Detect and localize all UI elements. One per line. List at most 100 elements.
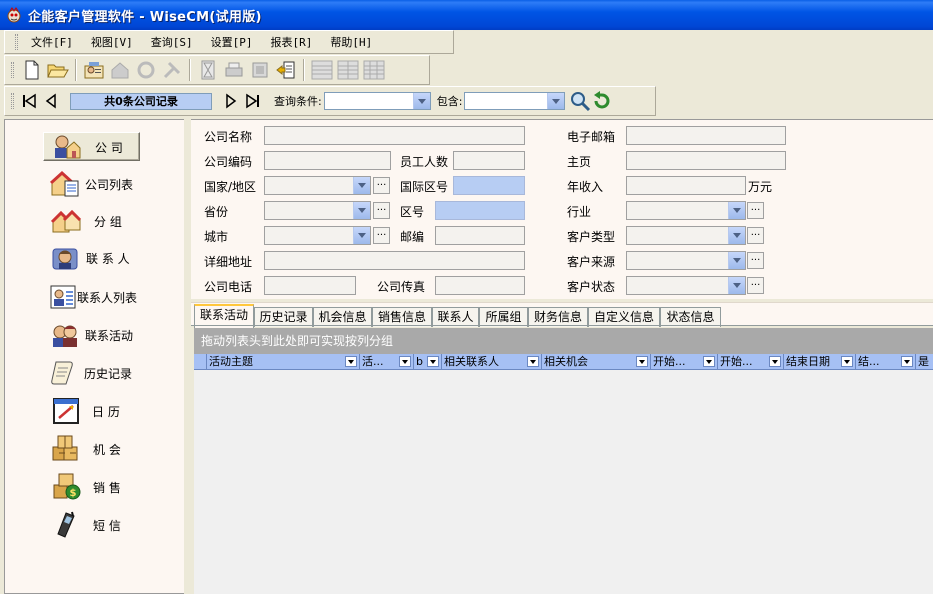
province-browse-button[interactable]: ...: [373, 202, 390, 219]
column-start-date[interactable]: 开始...: [651, 354, 718, 370]
search-button[interactable]: [569, 90, 591, 112]
chevron-down-icon[interactable]: [728, 277, 745, 294]
tab-opportunities[interactable]: 机会信息: [313, 307, 372, 327]
sidebar-item-opportunity[interactable]: 机 会: [5, 432, 189, 466]
chevron-down-icon[interactable]: [901, 356, 913, 367]
annual-income-input[interactable]: [626, 176, 746, 195]
industry-select[interactable]: [626, 201, 746, 220]
city-select[interactable]: [264, 226, 371, 245]
homepage-input[interactable]: [626, 151, 786, 170]
sidebar-item-contact[interactable]: 联 系 人: [5, 241, 189, 275]
tab-status-info[interactable]: 状态信息: [660, 307, 721, 327]
open-button[interactable]: [46, 58, 70, 82]
sidebar-item-sales[interactable]: $ 销 售: [5, 470, 189, 504]
industry-browse-button[interactable]: ...: [747, 202, 764, 219]
new-button[interactable]: [20, 58, 44, 82]
export-button[interactable]: [274, 58, 298, 82]
toolbar-grip[interactable]: [11, 62, 14, 78]
sidebar-item-calendar[interactable]: 日 历: [5, 394, 189, 428]
chevron-down-icon[interactable]: [841, 356, 853, 367]
chevron-down-icon[interactable]: [412, 93, 430, 109]
menu-view[interactable]: 视图[V]: [82, 34, 142, 50]
customer-type-browse-button[interactable]: ...: [747, 227, 764, 244]
city-browse-button[interactable]: ...: [373, 227, 390, 244]
column-end-date[interactable]: 结束日期: [784, 354, 856, 370]
first-record-button[interactable]: [18, 90, 40, 112]
chevron-down-icon[interactable]: [353, 177, 370, 194]
customer-source-browse-button[interactable]: ...: [747, 252, 764, 269]
navbar-grip[interactable]: [11, 93, 14, 109]
column-related-contact[interactable]: 相关联系人: [442, 354, 542, 370]
company-name-input[interactable]: [264, 126, 525, 145]
grid-body[interactable]: [194, 370, 933, 594]
sidebar-item-company-list[interactable]: 公司列表: [5, 167, 189, 201]
menu-query[interactable]: 查询[S]: [142, 34, 202, 50]
tab-sales[interactable]: 销售信息: [372, 307, 432, 327]
chevron-down-icon[interactable]: [703, 356, 715, 367]
sidebar-item-history[interactable]: 历史记录: [5, 356, 189, 390]
column-related-opportunity[interactable]: 相关机会: [542, 354, 651, 370]
menu-grip[interactable]: [15, 34, 18, 50]
contains-select[interactable]: [464, 92, 566, 110]
email-input[interactable]: [626, 126, 786, 145]
tab-custom-info[interactable]: 自定义信息: [588, 307, 660, 327]
menu-report[interactable]: 报表[R]: [262, 34, 322, 50]
column-b[interactable]: b: [414, 354, 442, 370]
tab-finance[interactable]: 财务信息: [528, 307, 588, 327]
customer-status-select[interactable]: [626, 276, 746, 295]
country-browse-button[interactable]: ...: [373, 177, 390, 194]
customer-type-select[interactable]: [626, 226, 746, 245]
reset-button[interactable]: [591, 90, 613, 112]
sidebar-item-sms[interactable]: 短 信: [5, 508, 189, 542]
menu-help[interactable]: 帮助[H]: [321, 34, 381, 50]
tab-history[interactable]: 历史记录: [254, 307, 313, 327]
chevron-down-icon[interactable]: [353, 202, 370, 219]
chevron-down-icon[interactable]: [636, 356, 648, 367]
tab-groups[interactable]: 所属组: [479, 307, 528, 327]
column-activity-type[interactable]: 活...: [360, 354, 414, 370]
prev-record-button[interactable]: [40, 90, 62, 112]
address-input[interactable]: [264, 251, 525, 270]
chevron-down-icon[interactable]: [728, 227, 745, 244]
sidebar-item-group[interactable]: 分 组: [5, 204, 189, 238]
tab-contacts[interactable]: 联系人: [432, 307, 479, 327]
group-by-panel[interactable]: 拖动列表头到此处即可实现按列分组: [194, 328, 933, 354]
chevron-down-icon[interactable]: [769, 356, 781, 367]
sidebar-item-contact-list[interactable]: 联系人列表: [5, 280, 189, 314]
chevron-down-icon[interactable]: [728, 202, 745, 219]
column-activity-subject[interactable]: 活动主题: [207, 354, 360, 370]
column-end-time[interactable]: 结...: [856, 354, 916, 370]
province-select[interactable]: [264, 201, 371, 220]
postcode-input[interactable]: [435, 226, 525, 245]
employees-input[interactable]: [453, 151, 525, 170]
customer-status-label: 客户状态: [567, 280, 616, 294]
query-condition-select[interactable]: [323, 92, 431, 110]
sidebar-splitter[interactable]: [184, 119, 188, 594]
fax-input[interactable]: [435, 276, 525, 295]
customer-source-select[interactable]: [626, 251, 746, 270]
column-is[interactable]: 是: [916, 354, 933, 370]
chevron-down-icon[interactable]: [527, 356, 539, 367]
menu-settings[interactable]: 设置[P]: [202, 34, 262, 50]
area-code-input[interactable]: [435, 201, 525, 220]
chevron-down-icon[interactable]: [399, 356, 411, 367]
sidebar-item-activity[interactable]: 联系活动: [5, 318, 189, 352]
menu-file[interactable]: 文件[F]: [22, 34, 82, 50]
column-start-time[interactable]: 开始...: [718, 354, 784, 370]
chevron-down-icon[interactable]: [427, 356, 439, 367]
company-code-input[interactable]: [264, 151, 391, 170]
country-select[interactable]: [264, 176, 371, 195]
intl-code-input[interactable]: [453, 176, 525, 195]
chevron-down-icon[interactable]: [345, 356, 357, 367]
menu-bar: 文件[F] 视图[V] 查询[S] 设置[P] 报表[R] 帮助[H]: [4, 30, 454, 54]
customer-status-browse-button[interactable]: ...: [747, 277, 764, 294]
sidebar-item-company[interactable]: 公 司: [5, 130, 189, 164]
contact-card-button[interactable]: [82, 58, 106, 82]
phone-input[interactable]: [264, 276, 356, 295]
last-record-button[interactable]: [242, 90, 264, 112]
next-record-button[interactable]: [220, 90, 242, 112]
chevron-down-icon[interactable]: [353, 227, 370, 244]
chevron-down-icon[interactable]: [547, 93, 565, 109]
chevron-down-icon[interactable]: [728, 252, 745, 269]
contact-card-icon: [84, 62, 104, 79]
